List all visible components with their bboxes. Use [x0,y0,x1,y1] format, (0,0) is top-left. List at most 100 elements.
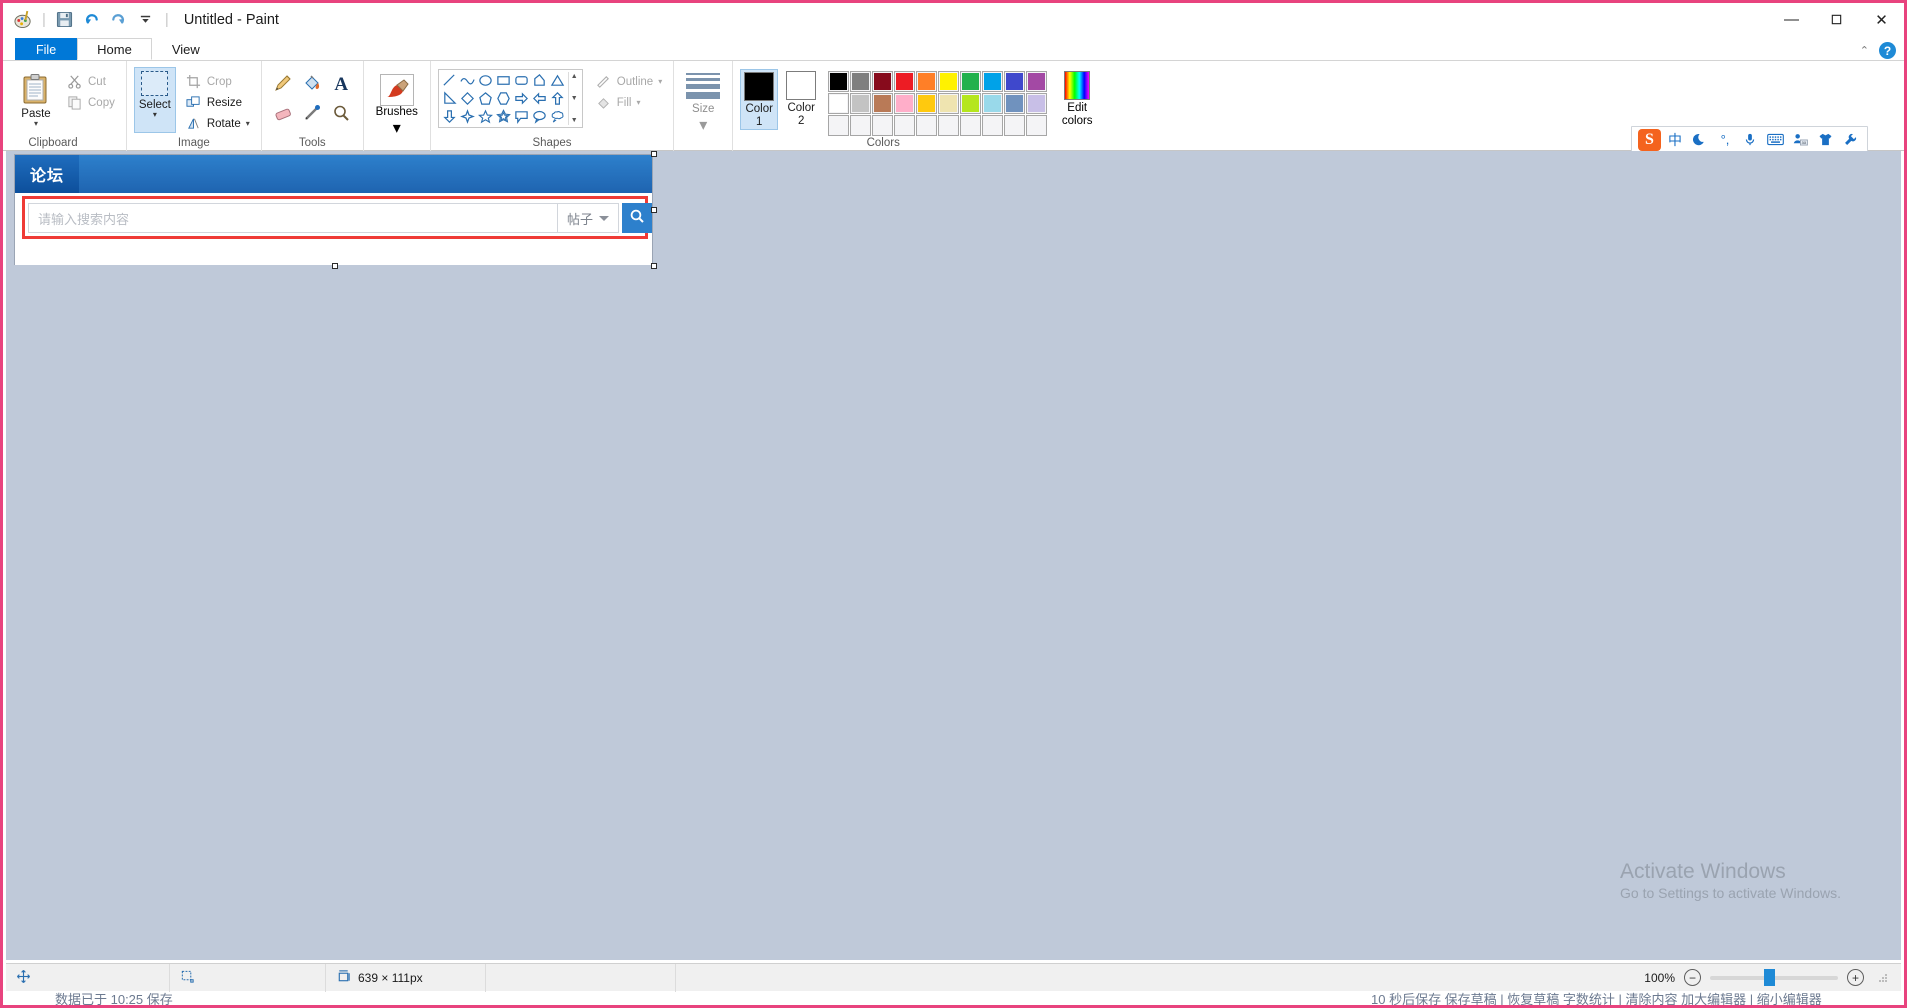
palette-swatch-1-7[interactable] [960,71,982,92]
search-input[interactable]: 请输入搜索内容 [28,203,557,233]
palette-swatch-1-9[interactable] [1004,71,1026,92]
palette-swatch-3-6[interactable] [938,115,960,136]
customize-qat-icon[interactable] [136,10,156,30]
text-tool-button[interactable]: A [327,70,356,100]
palette-swatch-2-3[interactable] [872,93,894,114]
sogou-logo-icon[interactable]: S [1638,128,1661,151]
palette-swatch-3-2[interactable] [850,115,872,136]
shapes-expand-icon[interactable]: ▼ [571,117,578,124]
fill-tool-button[interactable] [298,70,327,100]
color-picker-tool-button[interactable] [298,100,327,130]
fill-caret-icon[interactable]: ▾ [636,98,640,107]
shape-diamond[interactable] [459,90,476,107]
color-2-button[interactable]: Color 2 [782,69,820,128]
zoom-slider[interactable] [1710,968,1838,986]
resize-grip-icon[interactable] [1877,972,1889,984]
shape-polygon[interactable] [531,72,548,89]
palette-swatch-2-9[interactable] [1004,93,1026,114]
outline-button[interactable]: Outline ▾ [591,71,666,92]
palette-swatch-2-10[interactable] [1026,93,1048,114]
fill-button[interactable]: Fill ▾ [591,92,666,113]
palette-swatch-3-1[interactable] [828,115,850,136]
shape-rounded-callout[interactable] [513,108,530,125]
settings-icon[interactable] [1839,129,1861,150]
palette-swatch-3-7[interactable] [960,115,982,136]
shape-rounded-rectangle[interactable] [513,72,530,89]
outline-caret-icon[interactable]: ▾ [658,77,662,86]
tab-file[interactable]: File [15,38,78,60]
palette-swatch-1-2[interactable] [850,71,872,92]
color-1-button[interactable]: Color 1 [740,69,779,130]
palette-swatch-3-10[interactable] [1026,115,1048,136]
shape-down-arrow[interactable] [441,108,458,125]
zoom-slider-thumb[interactable] [1764,968,1775,986]
tab-home[interactable]: Home [77,38,152,60]
palette-swatch-3-3[interactable] [872,115,894,136]
palette-swatch-3-8[interactable] [982,115,1004,136]
shape-hexagon[interactable] [495,90,512,107]
shape-up-arrow[interactable] [549,90,566,107]
shape-right-arrow[interactable] [513,90,530,107]
shape-curve[interactable] [459,72,476,89]
maximize-button[interactable] [1814,3,1859,36]
save-icon[interactable] [55,10,75,30]
palette-swatch-2-1[interactable] [828,93,850,114]
punctuation-icon[interactable]: °, [1714,129,1736,150]
shapes-gallery[interactable]: ▲ ▼ ▼ [437,69,583,128]
minimize-button[interactable]: — [1769,3,1814,36]
palette-swatch-3-9[interactable] [1004,115,1026,136]
palette-swatch-1-8[interactable] [982,71,1004,92]
shape-triangle[interactable] [549,72,566,89]
palette-swatch-2-6[interactable] [938,93,960,114]
selection-handle-top-right[interactable] [651,151,657,157]
palette-swatch-1-4[interactable] [894,71,916,92]
shape-pentagon[interactable] [477,90,494,107]
palette-swatch-2-8[interactable] [982,93,1004,114]
moon-icon[interactable] [1689,129,1711,150]
shape-left-arrow[interactable] [531,90,548,107]
forum-tab-label[interactable]: 论坛 [15,155,79,193]
palette-swatch-2-5[interactable] [916,93,938,114]
paint-canvas[interactable]: 论坛 请输入搜索内容 帖子 [14,154,653,265]
skin-icon[interactable] [1814,129,1836,150]
select-caret-icon[interactable]: ▾ [153,111,157,119]
ime-toolbar[interactable]: S 中 °, aa [1631,126,1868,153]
canvas-work-area[interactable]: 论坛 请输入搜索内容 帖子 Activate Windows Go to Set… [6,151,1901,960]
shape-cloud-callout[interactable] [549,108,566,125]
palette-swatch-2-2[interactable] [850,93,872,114]
palette-swatch-3-5[interactable] [916,115,938,136]
selection-handle-bottom-middle[interactable] [332,263,338,269]
shape-line[interactable] [441,72,458,89]
shape-four-point-star[interactable] [459,108,476,125]
help-icon[interactable]: ? [1879,42,1896,59]
rotate-button[interactable]: Rotate ▾ [181,113,254,134]
paint-icon[interactable] [13,10,33,30]
pencil-tool-button[interactable] [269,70,298,100]
shape-right-triangle[interactable] [441,90,458,107]
emoji-icon[interactable]: aa [1789,129,1811,150]
brushes-caret-icon[interactable]: ▾ [393,118,401,138]
color-palette[interactable] [828,69,1048,136]
edit-colors-button[interactable]: Edit colors [1055,69,1099,128]
zoom-in-button[interactable]: + [1847,969,1864,986]
brushes-button[interactable]: Brushes ▾ [371,72,423,138]
redo-icon[interactable] [109,10,129,30]
size-button[interactable]: Size ▾ [681,67,725,135]
selection-handle-bottom-right[interactable] [651,263,657,269]
palette-swatch-1-10[interactable] [1026,71,1048,92]
shapes-scroll-up-icon[interactable]: ▲ [571,73,578,80]
paste-button[interactable]: Paste ▾ [10,67,62,128]
keyboard-icon[interactable] [1764,129,1786,150]
resize-button[interactable]: Resize [181,92,254,113]
eraser-tool-button[interactable] [269,100,298,130]
search-button[interactable] [622,203,652,233]
shape-rectangle[interactable] [495,72,512,89]
size-caret-icon[interactable]: ▾ [699,115,707,135]
palette-swatch-1-5[interactable] [916,71,938,92]
crop-button[interactable]: Crop [181,71,254,92]
collapse-ribbon-icon[interactable]: ⌃ [1860,44,1869,57]
palette-swatch-2-7[interactable] [960,93,982,114]
shape-five-point-star[interactable] [477,108,494,125]
shape-six-point-star[interactable] [495,108,512,125]
cut-button[interactable]: Cut [62,71,119,92]
